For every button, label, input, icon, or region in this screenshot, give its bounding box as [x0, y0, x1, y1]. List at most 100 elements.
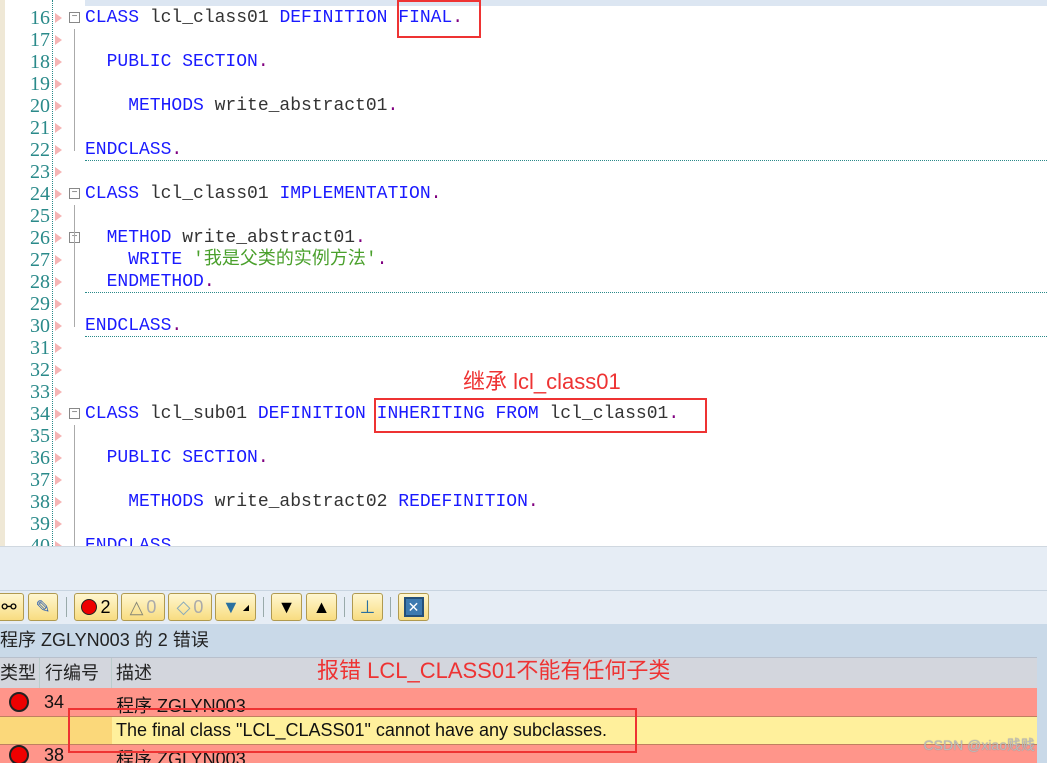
error-list-title: 程序 ZGLYN003 的 2 错误 — [0, 624, 1047, 657]
highlight-box-inheriting — [374, 398, 707, 433]
code-line[interactable]: ENDCLASS. — [85, 315, 182, 337]
line-marker-icon — [55, 233, 62, 243]
pencil-icon: ✎ — [35, 596, 51, 617]
line-number: 32 — [30, 359, 50, 381]
previous-error-button[interactable]: ▲ — [306, 593, 337, 621]
line-number: 34 — [30, 403, 50, 425]
close-panel-button[interactable]: ✕ — [398, 593, 429, 621]
keyword-token: ENDCLASS — [85, 536, 172, 546]
keyword-token: ENDMETHOD — [85, 272, 204, 292]
line-number: 21 — [30, 117, 50, 139]
column-header-type[interactable]: 类型 — [0, 658, 40, 688]
error-icon — [81, 599, 98, 615]
line-number: 38 — [30, 491, 50, 513]
code-line[interactable]: ENDCLASS. — [85, 139, 182, 161]
line-marker-icon — [55, 57, 62, 67]
highlight-box-final — [397, 0, 481, 38]
toolbar-separator — [263, 597, 264, 617]
identifier-token: write_abstract01 — [182, 228, 356, 248]
period-token: . — [527, 492, 539, 512]
keyword-token: PUBLIC SECTION — [85, 448, 258, 468]
line-marker-icon — [55, 211, 62, 221]
next-error-button[interactable]: ▼ — [271, 593, 302, 621]
line-number: 26 — [30, 227, 50, 249]
pin-icon: ⊥ — [359, 596, 376, 617]
code-line[interactable]: ENDMETHOD. — [85, 271, 215, 293]
close-icon: ✕ — [403, 597, 424, 617]
info-diamond-icon: ◇ — [176, 596, 191, 617]
glasses-icon: ⚯ — [1, 596, 17, 617]
error-table-header: 类型 行编号 描述 报错 LCL_CLASS01不能有任何子类 — [0, 657, 1037, 688]
line-marker-icon — [55, 299, 62, 309]
line-number: 23 — [30, 161, 50, 183]
period-token: . — [376, 250, 388, 270]
code-editor[interactable]: 16 CLASS lcl_class01 DEFINITION FINAL. 17 1… — [0, 0, 1047, 546]
period-token: . — [387, 96, 399, 116]
line-marker-icon — [55, 167, 62, 177]
string-literal: '我是父类的实例方法' — [193, 250, 377, 270]
line-marker-icon — [55, 277, 62, 287]
line-number: 27 — [30, 249, 50, 271]
fold-toggle-icon[interactable]: − — [69, 408, 80, 419]
code-line[interactable]: METHODS write_abstract02 REDEFINITION. — [85, 491, 539, 513]
identifier-token: write_abstract02 — [214, 492, 399, 512]
fold-toggle-icon[interactable]: − — [69, 12, 80, 23]
warnings-filter-button[interactable]: △ 0 — [121, 593, 165, 621]
fold-guide — [74, 205, 75, 327]
error-toolbar: ⚯ ✎ 2 △ 0 ◇ 0 ▼ ◢ ▼ ▲ ⊥ ✕ — [0, 590, 1047, 624]
filter-icon: ▼ — [222, 596, 240, 617]
keyword-token: ENDCLASS — [85, 316, 172, 336]
line-number: 25 — [30, 205, 50, 227]
block-separator — [85, 160, 1047, 161]
code-line[interactable]: PUBLIC SECTION. — [85, 447, 269, 469]
column-header-description[interactable]: 描述 — [116, 658, 152, 689]
period-token: . — [355, 228, 366, 248]
keyword-token: METHODS — [85, 96, 215, 116]
period-token: . — [257, 448, 269, 468]
fold-toggle-icon[interactable]: − — [69, 188, 80, 199]
code-line[interactable]: CLASS lcl_class01 IMPLEMENTATION. — [85, 183, 441, 205]
period-token: . — [430, 184, 442, 204]
info-count: 0 — [193, 596, 204, 617]
column-header-line[interactable]: 行编号 — [40, 658, 112, 688]
toolbar-separator — [66, 597, 67, 617]
code-line[interactable]: METHOD write_abstract01. — [85, 227, 366, 249]
line-marker-icon — [55, 365, 62, 375]
line-number: 19 — [30, 73, 50, 95]
keyword-token: IMPLEMENTATION — [279, 184, 431, 204]
warning-count: 0 — [146, 596, 157, 617]
line-number: 31 — [30, 337, 50, 359]
toolbar-separator — [390, 597, 391, 617]
period-token: . — [171, 536, 183, 546]
errors-filter-button[interactable]: 2 — [74, 593, 118, 621]
filter-dropdown-button[interactable]: ▼ ◢ — [215, 593, 256, 621]
pin-button[interactable]: ⊥ — [352, 593, 383, 621]
code-line[interactable]: ENDCLASS. — [85, 535, 182, 546]
line-number: 36 — [30, 447, 50, 469]
code-line[interactable]: PUBLIC SECTION. — [85, 51, 269, 73]
info-filter-button[interactable]: ◇ 0 — [168, 593, 212, 621]
line-marker-icon — [55, 519, 62, 529]
error-line-number: 34 — [44, 692, 65, 712]
keyword-token: CLASS — [85, 404, 150, 424]
toolbar-separator — [344, 597, 345, 617]
keyword-token: WRITE — [85, 250, 194, 270]
where-used-button[interactable]: ⚯ — [0, 593, 24, 621]
gutter-divider — [52, 0, 53, 546]
identifier-token: lcl_class01 — [149, 184, 280, 204]
edit-button[interactable]: ✎ — [28, 593, 58, 621]
line-number: 20 — [30, 95, 50, 117]
code-line[interactable]: METHODS write_abstract01. — [85, 95, 398, 117]
error-count: 2 — [100, 596, 111, 617]
block-separator — [85, 292, 1047, 293]
keyword-token: CLASS — [85, 8, 150, 28]
keyword-token: CLASS — [85, 184, 150, 204]
splitter[interactable] — [0, 546, 1047, 590]
code-line[interactable]: WRITE '我是父类的实例方法'. — [85, 249, 387, 271]
line-marker-icon — [55, 255, 62, 265]
fold-guide — [74, 425, 75, 546]
line-marker-icon — [55, 189, 62, 199]
line-marker-icon — [55, 13, 62, 23]
arrow-down-icon: ▼ — [277, 596, 296, 617]
line-number: 30 — [30, 315, 50, 337]
